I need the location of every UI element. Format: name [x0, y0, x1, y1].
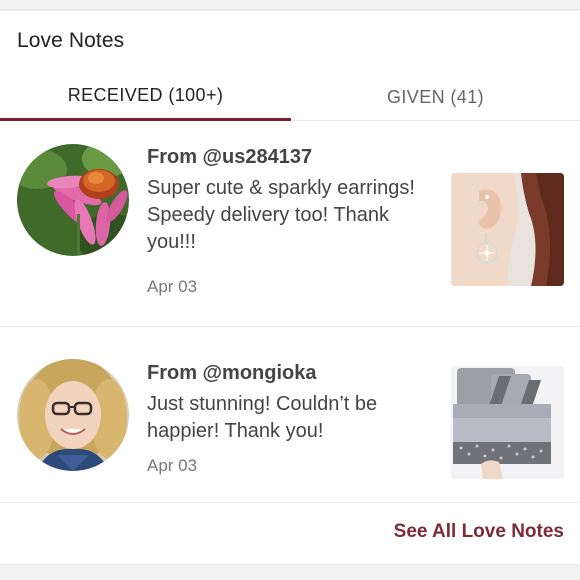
clutch-photo[interactable] [451, 366, 564, 479]
note-author[interactable]: From @mongioka [147, 362, 317, 385]
section-title: Love Notes [17, 29, 125, 52]
footer-divider [0, 502, 580, 503]
note-date: Apr 03 [147, 456, 198, 475]
person-avatar[interactable] [17, 359, 129, 471]
tab-bar: RECEIVED (100+) GIVEN (41) [0, 73, 580, 121]
note-date: Apr 03 [147, 277, 198, 296]
note-message: Super cute & sparkly earrings! Speedy de… [147, 177, 415, 253]
love-note-item: From @mongioka Just stunning! Couldn’t b… [0, 326, 580, 508]
love-note-item: From @us284137 Super cute & sparkly earr… [0, 131, 580, 313]
love-notes-card: Love Notes RECEIVED (100+) GIVEN (41) Fr… [0, 11, 580, 564]
love-notes-page: Love Notes RECEIVED (100+) GIVEN (41) Fr… [0, 0, 580, 580]
note-message: Just stunning! Couldn’t be happier! Than… [147, 393, 378, 442]
tab-given[interactable]: GIVEN (41) [291, 73, 580, 121]
tab-received[interactable]: RECEIVED (100+) [0, 73, 291, 121]
see-all-love-notes-link[interactable]: See All Love Notes [394, 521, 564, 543]
note-author[interactable]: From @us284137 [147, 146, 312, 169]
flower-avatar[interactable] [17, 144, 129, 256]
bottom-divider [0, 564, 580, 580]
top-divider [0, 0, 580, 10]
earring-photo[interactable] [451, 173, 564, 286]
